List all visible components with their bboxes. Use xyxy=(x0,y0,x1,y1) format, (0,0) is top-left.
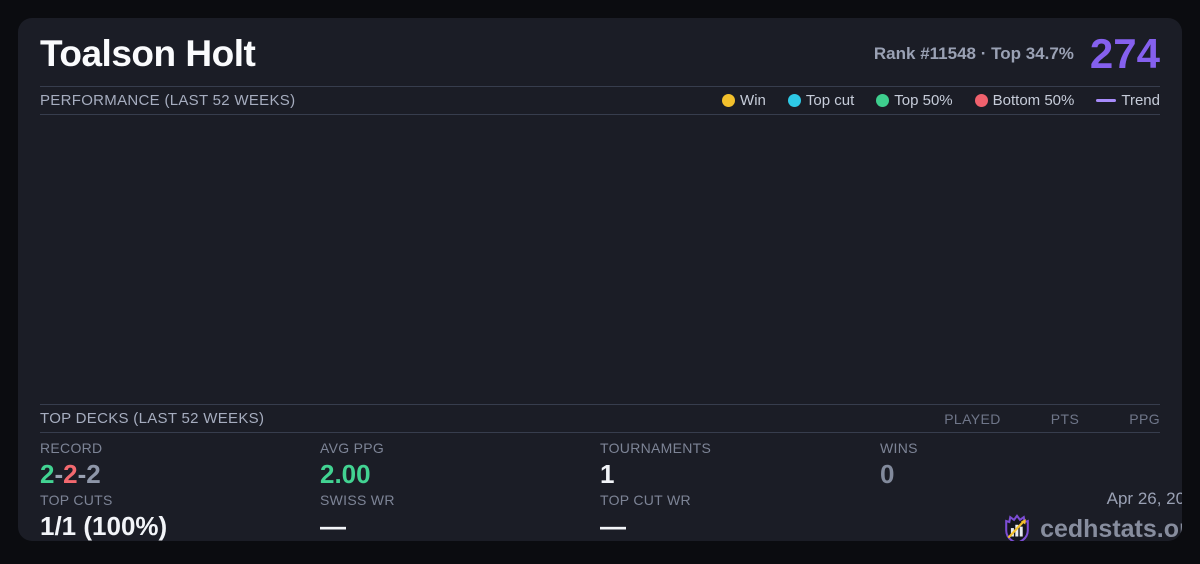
swiss-wr-value: — xyxy=(320,511,346,541)
column-header-pts: PTS xyxy=(1050,410,1080,427)
wins-value: 0 xyxy=(880,459,895,489)
stat-label: RECORD xyxy=(40,440,103,456)
stat-top-cut-wr: TOP CUT WR — xyxy=(600,485,880,541)
bottom50-dot-icon xyxy=(974,94,988,107)
stat-swiss-wr: SWISS WR — xyxy=(320,485,600,541)
legend-label: Win xyxy=(740,92,766,109)
rank-summary: Rank #11548 · Top 34.7% 274 xyxy=(874,33,1160,75)
avg-ppg-value: 2.00 xyxy=(320,459,371,489)
top-decks-columns: PLAYED PTS PPG xyxy=(944,411,1160,427)
stats-grid: RECORD 2-2-2 AVG PPG 2.00 TOURNAMENTS 1 … xyxy=(40,433,1182,541)
top-decks-title: TOP DECKS (LAST 52 WEEKS) xyxy=(40,410,265,427)
legend-label: Top 50% xyxy=(894,92,953,109)
column-header-ppg: PPG xyxy=(1129,410,1160,427)
player-stats-card: Toalson Holt Rank #11548 · Top 34.7% 274… xyxy=(18,18,1182,541)
stat-tournaments: TOURNAMENTS 1 xyxy=(600,433,880,489)
performance-section-header: PERFORMANCE (LAST 52 WEEKS) Win Top cut … xyxy=(40,87,1160,114)
footer-branding: Apr 26, 2026 cedhstats.org xyxy=(880,485,1182,541)
stat-label: TOURNAMENTS xyxy=(600,440,712,456)
legend-item-bottom50: Bottom 50% xyxy=(974,92,1075,109)
top-cut-dot-icon xyxy=(787,94,801,107)
cedhstats-logo-icon xyxy=(1005,514,1029,541)
top-decks-section-header: TOP DECKS (LAST 52 WEEKS) PLAYED PTS PPG xyxy=(40,405,1160,432)
rank-text: Rank #11548 · Top 34.7% xyxy=(873,44,1074,63)
legend-item-win: Win xyxy=(722,92,766,109)
stat-label: AVG PPG xyxy=(320,440,385,456)
record-value: 2-2-2 xyxy=(40,461,320,487)
top-cut-wr-value: — xyxy=(600,511,626,541)
stat-label: TOP CUT WR xyxy=(600,492,691,508)
legend-label: Bottom 50% xyxy=(992,92,1075,109)
trend-line-icon xyxy=(1096,99,1117,102)
report-date: Apr 26, 2026 xyxy=(1106,489,1182,508)
stat-label: TOP CUTS xyxy=(40,492,113,508)
stat-record: RECORD 2-2-2 xyxy=(40,433,320,487)
stat-wins: WINS 0 xyxy=(880,433,1182,489)
stat-top-cuts: TOP CUTS 1/1 (100%) xyxy=(40,485,320,541)
performance-title: PERFORMANCE (LAST 52 WEEKS) xyxy=(40,92,296,109)
tournaments-value: 1 xyxy=(600,459,615,489)
legend-item-trend: Trend xyxy=(1096,92,1160,109)
performance-chart-area xyxy=(40,115,1160,404)
top50-dot-icon xyxy=(876,94,890,107)
brand-row: cedhstats.org xyxy=(1002,513,1182,541)
win-dot-icon xyxy=(722,94,736,107)
stat-avg-ppg: AVG PPG 2.00 xyxy=(320,433,600,489)
player-rating: 274 xyxy=(1089,30,1160,77)
legend-label: Top cut xyxy=(805,92,855,109)
chart-legend: Win Top cut Top 50% Bottom 50% Trend xyxy=(722,92,1160,109)
brand-name: cedhstats.org xyxy=(1040,514,1182,542)
top-cuts-value: 1/1 (100%) xyxy=(40,511,168,541)
page-title: Toalson Holt xyxy=(40,33,256,74)
legend-item-top50: Top 50% xyxy=(876,92,953,109)
column-header-played: PLAYED xyxy=(944,410,1001,427)
stat-label: WINS xyxy=(880,440,918,456)
legend-label: Trend xyxy=(1121,92,1160,109)
card-header: Toalson Holt Rank #11548 · Top 34.7% 274 xyxy=(40,18,1160,86)
stat-label: SWISS WR xyxy=(320,492,395,508)
legend-item-top-cut: Top cut xyxy=(787,92,855,109)
